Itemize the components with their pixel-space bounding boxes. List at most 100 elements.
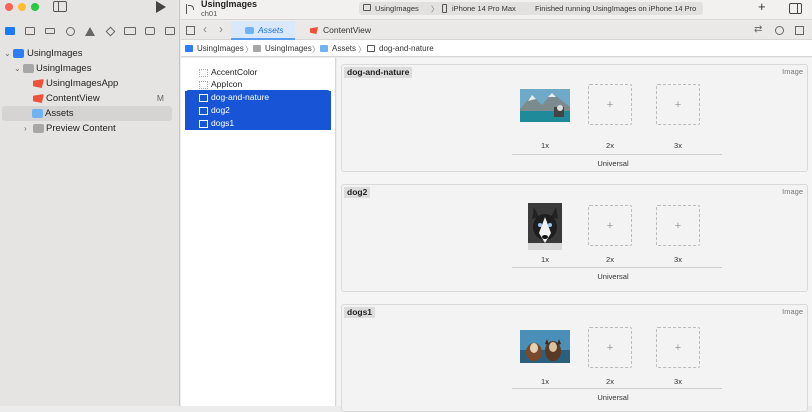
dog2-thumbnail[interactable] [528,203,562,250]
issue-navigator-icon[interactable] [80,22,100,40]
sidebar-toggle-icon[interactable] [53,1,67,12]
folder-icon [253,45,261,52]
image-set-icon [199,94,208,102]
slot-2x-placeholder[interactable]: + [588,84,632,125]
slot-2x-label: 2x [606,377,614,386]
universal-label: Universal [597,272,629,281]
tab-contentview[interactable]: ContentView [296,21,396,40]
branch-icon [186,4,194,14]
slot-3x-label: 3x [674,255,682,264]
image-set-card[interactable]: dog2 Image 1x + 2x + 3x Universal [341,184,808,292]
close-window-button[interactable] [5,3,13,11]
app-icon [363,4,371,11]
related-items-icon[interactable] [186,26,195,35]
chevron-down-icon[interactable]: ⌄ [4,46,11,61]
tree-item-assets[interactable]: Assets [2,106,172,121]
asset-catalog-icon [245,27,254,34]
slot-3x-label: 3x [674,141,682,150]
breakpoint-navigator-icon[interactable] [140,22,160,40]
add-editor-icon[interactable] [795,26,804,35]
adjust-editor-icon[interactable]: ⇄ [754,24,762,35]
asset-item-dogs1[interactable]: dogs1 [185,117,331,130]
tab-assets[interactable]: Assets [231,21,295,40]
scheme-activity-bar: UsingImages 〉 iPhone 14 Pro Max Finished… [359,2,703,15]
review-changes-icon[interactable] [775,26,784,35]
add-library-button[interactable]: + [758,0,766,14]
project-navigator: ⌄ UsingImages ⌄ UsingImages UsingImagesA… [0,0,180,406]
navigator-tabs [0,22,180,40]
chevron-right-icon: 〉 [312,45,320,54]
editor-tab-bar: ‹ › Assets ContentView ⇄ [181,21,812,40]
divider [512,154,722,155]
breadcrumb-item[interactable]: UsingImages [197,44,244,53]
test-navigator-icon[interactable] [100,22,120,40]
file-tree: ⌄ UsingImages ⌄ UsingImages UsingImagesA… [0,46,180,136]
image-set-kind: Image [782,187,803,196]
dogs1-thumbnail[interactable] [520,330,570,363]
tree-item-app-file[interactable]: UsingImagesApp [0,76,180,91]
tree-item-project[interactable]: ⌄ UsingImages [0,46,180,61]
destination-selector[interactable]: iPhone 14 Pro Max [452,4,516,13]
universal-label: Universal [597,159,629,168]
find-navigator-icon[interactable] [60,22,80,40]
breadcrumb-item[interactable]: Assets [332,44,356,53]
image-set-icon [199,107,208,115]
breadcrumb-item[interactable]: dog-and-nature [379,44,434,53]
asset-catalog-icon [32,109,43,118]
slot-3x-placeholder[interactable]: + [656,327,700,368]
swift-file-icon [310,27,318,34]
chevron-right-icon: 〉 [245,45,253,54]
slot-2x-label: 2x [606,255,614,264]
slot-2x-placeholder[interactable]: + [588,205,632,246]
divider [512,388,722,389]
inspector-toggle-icon[interactable] [789,3,802,14]
tree-item-group[interactable]: ⌄ UsingImages [0,61,180,76]
slot-3x-placeholder[interactable]: + [656,84,700,125]
slot-2x-label: 2x [606,141,614,150]
slot-3x-placeholder[interactable]: + [656,205,700,246]
swift-file-icon [33,79,44,88]
status-text: Finished running UsingImages on iPhone 1… [535,4,697,13]
breadcrumb-item[interactable]: UsingImages [265,44,312,53]
slot-1x-label: 1x [541,377,549,386]
image-set-card[interactable]: dogs1 Image 1x + 2x + 3x Universal [341,304,808,412]
source-control-icon[interactable] [20,22,40,40]
swift-file-icon [33,94,44,103]
slot-1x-label: 1x [541,255,549,264]
back-arrow-icon[interactable]: ‹ [203,22,207,36]
tree-item-preview-content[interactable]: › Preview Content [0,121,180,136]
dog-and-nature-thumbnail[interactable] [520,89,570,122]
minimize-window-button[interactable] [18,3,26,11]
universal-label: Universal [597,393,629,402]
zoom-window-button[interactable] [31,3,39,11]
divider [512,267,722,268]
debug-navigator-icon[interactable] [120,22,140,40]
forward-arrow-icon[interactable]: › [219,22,223,36]
asset-catalog-icon [320,45,328,52]
chevron-down-icon[interactable]: ⌄ [14,61,21,76]
asset-item-dog2[interactable]: dog2 [185,104,331,117]
project-title[interactable]: UsingImages [201,0,257,9]
project-icon [13,49,24,58]
slot-2x-placeholder[interactable]: + [588,327,632,368]
image-set-icon [367,45,375,52]
report-navigator-icon[interactable] [160,22,180,40]
scheme-selector[interactable]: UsingImages [375,4,419,13]
branch-name[interactable]: ch01 [201,9,217,18]
image-set-card[interactable]: dog-and-nature Image 1x + 2x + 3x Univer… [341,64,808,172]
image-set-name: dogs1 [344,307,376,318]
run-button[interactable] [156,1,166,13]
chevron-right-icon[interactable]: › [24,121,27,136]
symbol-navigator-icon[interactable] [40,22,60,40]
image-set-name: dog-and-nature [344,67,413,78]
slot-1x-label: 1x [541,141,549,150]
modified-badge: M [156,93,164,103]
breadcrumb: UsingImages 〉 UsingImages 〉 Assets 〉 dog… [181,40,812,57]
image-set-kind: Image [782,67,803,76]
asset-list: AccentColor AppIcon dog-and-nature dog2 … [181,58,336,406]
folder-icon [33,124,44,133]
image-set-name: dog2 [344,187,371,198]
project-navigator-icon[interactable] [0,22,20,40]
asset-item-dog-and-nature[interactable]: dog-and-nature [185,91,331,104]
tree-item-contentview[interactable]: ContentView M [0,91,180,106]
